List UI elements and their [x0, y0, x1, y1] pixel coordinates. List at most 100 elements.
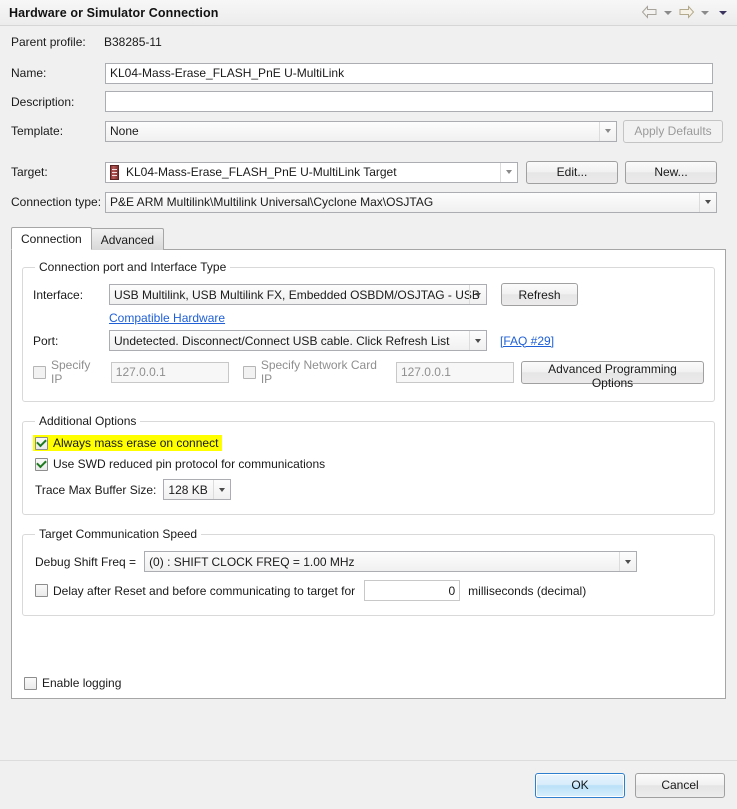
port-chevron-down-icon[interactable]	[469, 331, 486, 350]
name-input[interactable]	[105, 62, 713, 84]
refresh-button[interactable]: Refresh	[501, 283, 578, 306]
description-input[interactable]	[105, 91, 713, 112]
description-row: Description:	[11, 88, 726, 115]
parent-profile-label: Parent profile:	[11, 35, 86, 49]
mass-erase-label: Always mass erase on connect	[53, 436, 219, 450]
specify-ip-checkbox[interactable]	[33, 365, 46, 379]
new-target-button[interactable]: New...	[625, 160, 717, 184]
target-speed-legend: Target Communication Speed	[39, 527, 198, 541]
apply-defaults-button[interactable]: Apply Defaults	[623, 119, 723, 143]
cancel-button[interactable]: Cancel	[635, 772, 725, 798]
connection-type-combobox[interactable]: P&E ARM Multilink\Multilink Universal\Cy…	[105, 191, 717, 213]
target-row: Target: KL04-Mass-Erase_FLASH_PnE U-Mult…	[11, 157, 726, 187]
profile-form: Name: Description: Template: None Apply …	[0, 58, 737, 217]
target-chevron-down-icon[interactable]	[500, 162, 517, 182]
connection-type-row: Connection type: P&E ARM Multilink\Multi…	[11, 187, 726, 217]
enable-logging-checkbox[interactable]	[24, 676, 37, 690]
compatible-hardware-link[interactable]: Compatible Hardware	[109, 311, 225, 325]
swd-protocol-row: Use SWD reduced pin protocol for communi…	[35, 457, 704, 471]
delay-checkbox[interactable]	[35, 584, 48, 597]
connection-type-value: P&E ARM Multilink\Multilink Universal\Cy…	[110, 195, 434, 209]
specify-ip-label: Specify IP	[51, 358, 91, 386]
port-label: Port:	[33, 333, 59, 348]
tab-connection[interactable]: Connection	[11, 227, 92, 250]
tab-connection-label: Connection	[21, 231, 82, 246]
enable-logging-row: Enable logging	[24, 676, 121, 690]
interface-value: USB Multilink, USB Multilink FX, Embedde…	[114, 287, 480, 302]
delay-units-label: milliseconds (decimal)	[468, 583, 587, 598]
description-label: Description:	[11, 94, 75, 109]
specify-network-card-ip-label: Specify Network Card IP	[260, 358, 377, 386]
tab-advanced[interactable]: Advanced	[90, 228, 165, 250]
enable-logging-label: Enable logging	[42, 676, 122, 690]
compatible-hardware-row: Compatible Hardware	[33, 311, 704, 325]
delay-row: Delay after Reset and before communicati…	[35, 580, 704, 601]
connection-port-group: Connection port and Interface Type Inter…	[22, 260, 715, 402]
specify-network-card-ip-checkbox[interactable]	[242, 365, 256, 379]
swd-protocol-checkbox[interactable]	[35, 457, 48, 471]
back-arrow-icon[interactable]	[641, 4, 658, 22]
tabstrip: Connection Advanced	[11, 227, 726, 250]
additional-options-legend: Additional Options	[39, 414, 137, 428]
interface-chevron-down-icon[interactable]	[469, 285, 486, 304]
debug-shift-freq-value: (0) : SHIFT CLOCK FREQ = 1.00 MHz	[149, 554, 355, 569]
delay-label: Delay after Reset and before communicati…	[53, 583, 356, 598]
delay-value-input[interactable]: 0	[364, 580, 461, 601]
template-combobox[interactable]: None	[105, 120, 617, 142]
dialog-title: Hardware or Simulator Connection	[9, 5, 219, 20]
trace-buffer-chevron-down-icon[interactable]	[213, 480, 230, 499]
specify-network-card-ip-checkbox-row[interactable]: Specify Network Card IP	[242, 358, 389, 386]
ip-options-row: Specify IP 127.0.0.1 Specify Network Car…	[33, 358, 704, 390]
ok-button[interactable]: OK	[535, 772, 625, 798]
target-label: Target:	[11, 165, 48, 179]
debug-shift-freq-label: Debug Shift Freq =	[35, 554, 137, 569]
specify-network-card-ip-input[interactable]: 127.0.0.1	[395, 361, 514, 383]
back-history-chevron-down-icon[interactable]	[664, 11, 672, 15]
swd-protocol-checkbox-row[interactable]: Use SWD reduced pin protocol for communi…	[35, 457, 325, 471]
connection-port-group-legend: Connection port and Interface Type	[39, 260, 227, 274]
dialog-footer: OK Cancel	[0, 760, 737, 809]
specify-ip-checkbox-row[interactable]: Specify IP	[33, 358, 104, 386]
tab-advanced-label: Advanced	[100, 232, 155, 247]
connection-tab-panel: Connection port and Interface Type Inter…	[11, 249, 726, 699]
connection-type-label: Connection type:	[11, 195, 102, 209]
mass-erase-checkbox[interactable]	[35, 436, 48, 450]
additional-options-group: Additional Options Always mass erase on …	[22, 414, 715, 515]
template-chevron-down-icon[interactable]	[599, 121, 616, 141]
trace-buffer-combobox[interactable]: 128 KB	[163, 479, 232, 500]
debug-shift-freq-chevron-down-icon[interactable]	[619, 552, 636, 571]
trace-buffer-row: Trace Max Buffer Size: 128 KB	[35, 479, 704, 500]
view-menu-chevron-down-icon[interactable]	[719, 11, 727, 15]
mass-erase-row: Always mass erase on connect	[33, 435, 704, 451]
advanced-programming-options-button[interactable]: Advanced Programming Options	[521, 360, 704, 390]
delay-checkbox-row[interactable]: Delay after Reset and before communicati…	[35, 584, 355, 598]
dialog-titlebar: Hardware or Simulator Connection	[0, 0, 737, 26]
port-row: Port: Undetected. Disconnect/Connect USB…	[33, 330, 704, 351]
edit-target-button[interactable]: Edit...	[526, 160, 618, 184]
target-combobox[interactable]: KL04-Mass-Erase_FLASH_PnE U-MultiLink Ta…	[105, 161, 518, 183]
interface-label: Interface:	[33, 287, 84, 302]
forward-history-chevron-down-icon[interactable]	[701, 11, 709, 15]
connection-type-chevron-down-icon[interactable]	[699, 192, 716, 212]
port-combobox[interactable]: Undetected. Disconnect/Connect USB cable…	[109, 330, 487, 351]
target-communication-speed-group: Target Communication Speed Debug Shift F…	[22, 527, 715, 616]
port-value: Undetected. Disconnect/Connect USB cable…	[114, 333, 450, 348]
enable-logging-checkbox-row[interactable]: Enable logging	[24, 676, 121, 690]
interface-combobox[interactable]: USB Multilink, USB Multilink FX, Embedde…	[109, 284, 487, 305]
template-label: Template:	[11, 124, 64, 138]
trace-buffer-value: 128 KB	[168, 482, 208, 497]
mass-erase-checkbox-row[interactable]: Always mass erase on connect	[33, 435, 223, 451]
debug-shift-freq-combobox[interactable]: (0) : SHIFT CLOCK FREQ = 1.00 MHz	[144, 551, 638, 572]
name-row: Name:	[11, 58, 726, 88]
faq-link[interactable]: [FAQ #29]	[500, 334, 554, 348]
device-chip-icon	[110, 164, 119, 180]
navigation-toolbar	[641, 0, 731, 26]
hardware-simulator-connection-dialog: Hardware or Simulator Connection Parent …	[0, 0, 737, 809]
specify-ip-input[interactable]: 127.0.0.1	[110, 361, 229, 383]
trace-buffer-label: Trace Max Buffer Size:	[35, 482, 157, 497]
target-value: KL04-Mass-Erase_FLASH_PnE U-MultiLink Ta…	[126, 165, 397, 179]
interface-row: Interface: USB Multilink, USB Multilink …	[33, 283, 704, 306]
name-label: Name:	[11, 66, 47, 80]
forward-arrow-icon[interactable]	[678, 4, 695, 22]
swd-protocol-label: Use SWD reduced pin protocol for communi…	[53, 457, 326, 471]
